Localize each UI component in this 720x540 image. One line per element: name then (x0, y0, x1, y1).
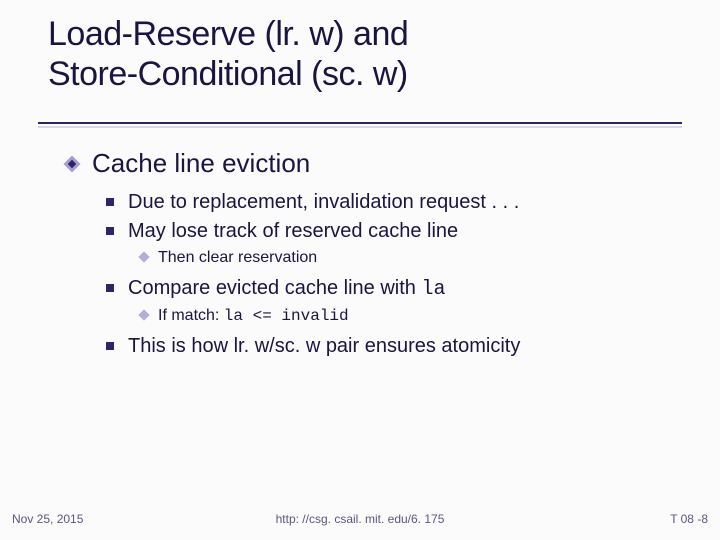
bullet-level2: This is how lr. w/sc. w pair ensures ato… (106, 333, 686, 360)
l2-text: Due to replacement, invalidation request… (128, 191, 519, 213)
square-bullet-icon (106, 227, 114, 235)
slide-title: Load-Reserve (lr. w) and Store-Condition… (48, 14, 668, 94)
l3-text: Then clear reservation (158, 249, 317, 266)
bullet-level2: May lose track of reserved cache line (106, 218, 686, 245)
footer-page: T 08 -8 (670, 512, 708, 526)
small-diamond-bullet-icon (138, 251, 149, 262)
l3-text-mono: la <= invalid (224, 307, 349, 325)
footer-url: http: //csg. csail. mit. edu/6. 175 (0, 512, 720, 526)
l2-text: May lose track of reserved cache line (128, 220, 458, 242)
square-bullet-icon (106, 342, 114, 350)
title-line-1: Load-Reserve (lr. w) and (48, 15, 408, 53)
l2-text: This is how lr. w/sc. w pair ensures ato… (128, 335, 520, 357)
title-underline-shadow (38, 126, 682, 128)
bullet-level1: Cache line eviction (66, 148, 686, 179)
bullet-level2: Due to replacement, invalidation request… (106, 189, 686, 216)
slide-body: Cache line eviction Due to replacement, … (66, 148, 686, 362)
bullet-level3: If match: la <= invalid (140, 305, 686, 328)
l2-text-pre: Compare evicted cache line with (128, 277, 421, 299)
diamond-bullet-icon (66, 158, 78, 170)
square-bullet-icon (106, 198, 114, 206)
title-underline (38, 122, 682, 124)
l2-text-mono: la (421, 278, 445, 301)
bullet-level3: Then clear reservation (140, 247, 686, 269)
l3-text-pre: If match: (158, 307, 224, 324)
square-bullet-icon (106, 284, 114, 292)
title-line-2: Store-Conditional (sc. w) (48, 55, 408, 93)
bullet-level2: Compare evicted cache line with la (106, 275, 686, 303)
l1-text: Cache line eviction (92, 148, 310, 178)
small-diamond-bullet-icon (138, 309, 149, 320)
slide: Load-Reserve (lr. w) and Store-Condition… (0, 0, 720, 540)
